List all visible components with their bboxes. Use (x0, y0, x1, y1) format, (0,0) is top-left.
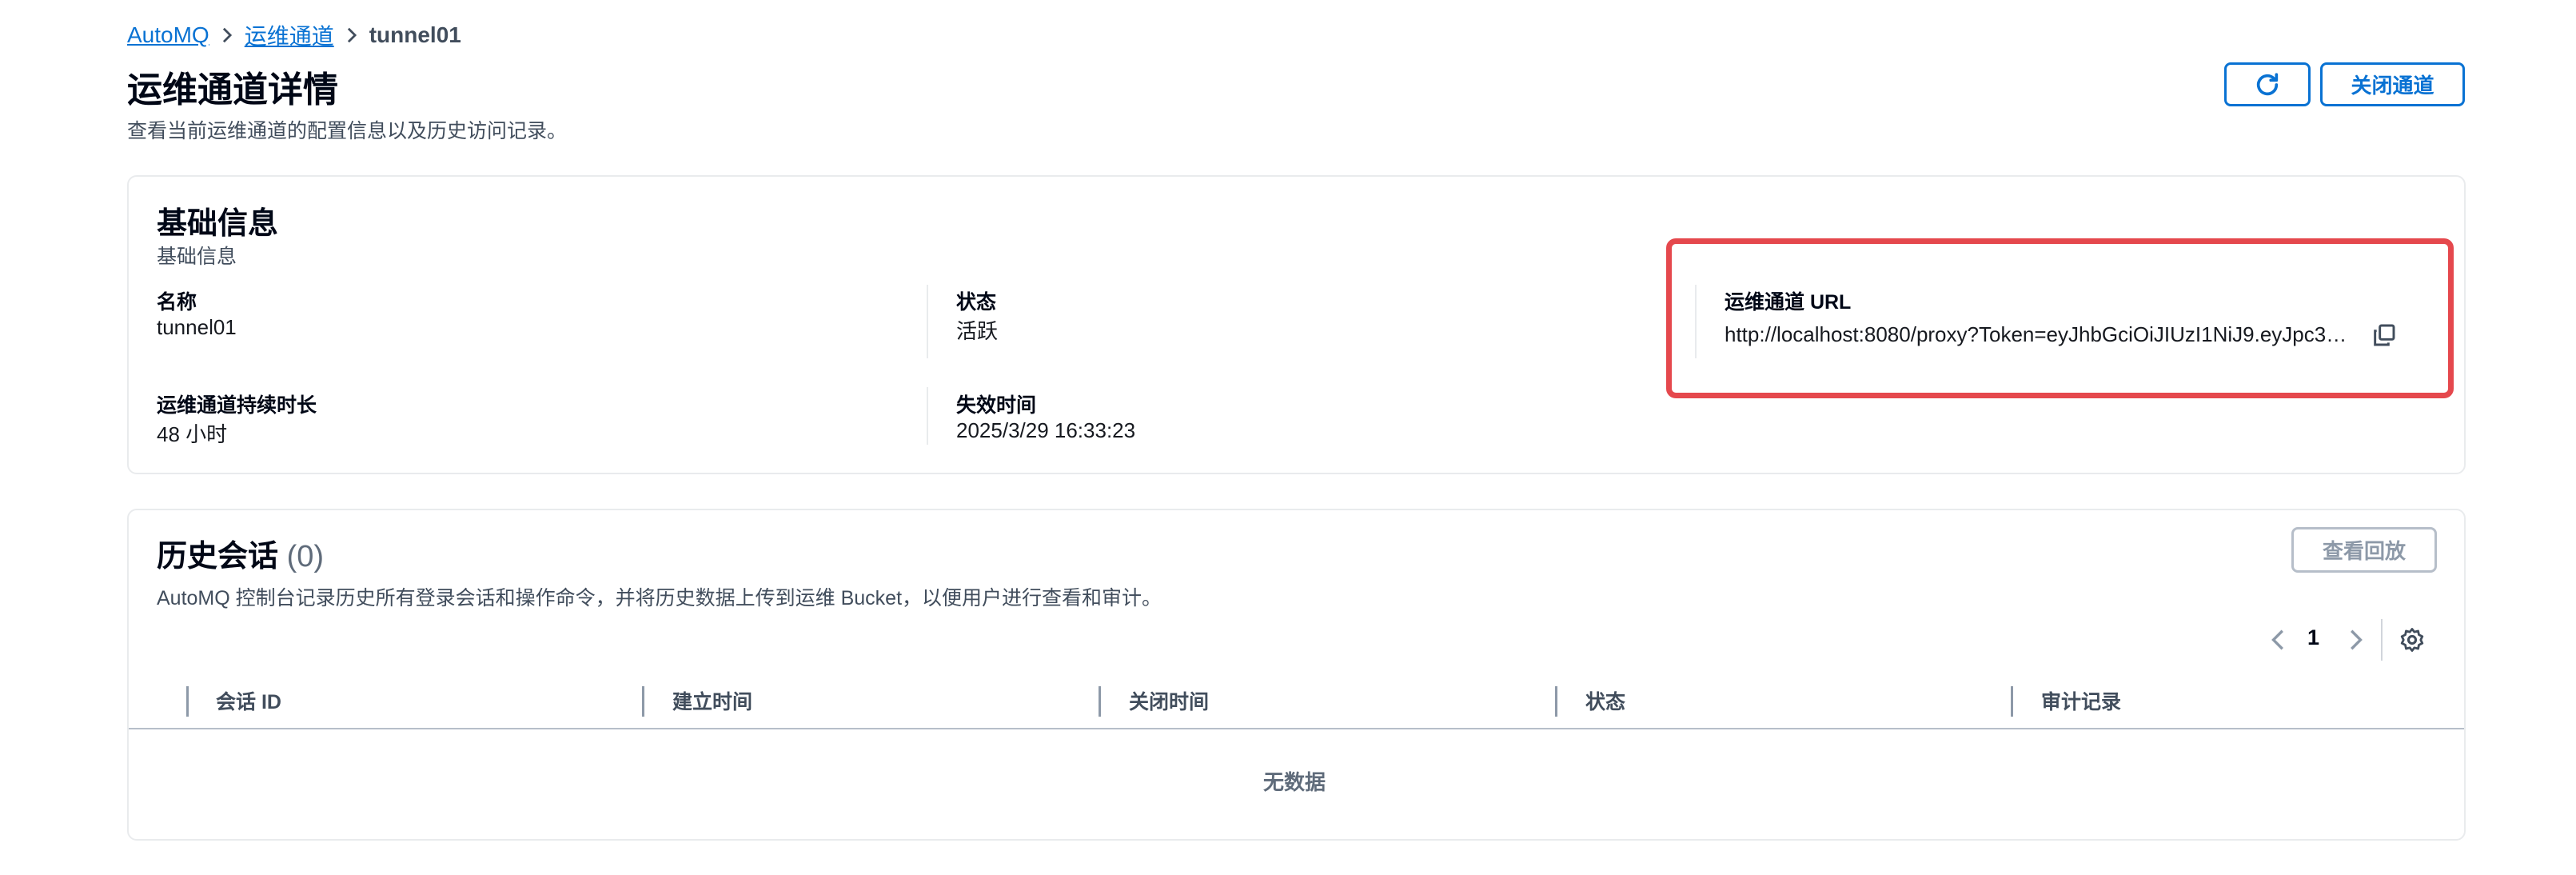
close-tunnel-button[interactable]: 关闭通道 (2320, 62, 2465, 106)
history-description: AutoMQ 控制台记录历史所有登录会话和操作命令，并将历史数据上传到运维 Bu… (157, 587, 1162, 609)
basic-info-title: 基础信息 (157, 207, 279, 241)
column-header-created-time[interactable]: 建立时间 (672, 685, 752, 717)
pagination-next[interactable] (2343, 622, 2367, 657)
settings-gear-icon[interactable] (2399, 626, 2426, 653)
column-resizer[interactable] (1099, 686, 1101, 717)
pagination-divider (2381, 619, 2383, 661)
chevron-left-icon (2271, 629, 2283, 650)
name-value: tunnel01 (157, 315, 237, 339)
refresh-button[interactable] (2224, 62, 2311, 106)
column-resizer[interactable] (2011, 686, 2013, 717)
chevron-right-icon (209, 26, 245, 44)
duration-label: 运维通道持续时长 (157, 394, 317, 417)
page: AutoMQ 运维通道 tunnel01 运维通道详情 查看当前运维通道的配置信… (0, 0, 2576, 875)
column-divider (927, 285, 928, 358)
history-title: 历史会话 (0) (157, 531, 324, 575)
refresh-icon (2254, 71, 2281, 98)
history-title-text: 历史会话 (157, 540, 279, 573)
view-replay-button[interactable]: 查看回放 (2291, 527, 2437, 573)
table-header-divider (129, 728, 2464, 729)
column-header-status[interactable]: 状态 (1585, 685, 1625, 717)
column-resizer[interactable] (186, 686, 189, 717)
expire-value: 2025/3/29 16:33:23 (956, 418, 1136, 442)
url-highlight-box (1666, 238, 2454, 398)
breadcrumb-tunnels-link[interactable]: 运维通道 (245, 19, 334, 51)
page-description: 查看当前运维通道的配置信息以及历史访问记录。 (127, 120, 568, 142)
status-value: 活跃 (956, 319, 999, 343)
history-count: (0) (286, 540, 325, 573)
column-resizer[interactable] (1555, 686, 1557, 717)
column-divider (927, 387, 928, 445)
expire-label: 失效时间 (956, 394, 1037, 417)
column-header-audit-log[interactable]: 审计记录 (2041, 685, 2121, 717)
column-resizer[interactable] (642, 686, 644, 717)
status-label: 状态 (956, 291, 997, 314)
page-title: 运维通道详情 (127, 70, 338, 110)
empty-state: 无数据 (1263, 770, 1326, 794)
breadcrumb-automq-link[interactable]: AutoMQ (127, 22, 209, 48)
breadcrumb-current: tunnel01 (369, 22, 461, 47)
breadcrumb: AutoMQ 运维通道 tunnel01 (127, 21, 461, 50)
pagination-prev[interactable] (2267, 622, 2291, 657)
column-header-session-id[interactable]: 会话 ID (216, 685, 281, 717)
duration-value: 48 小时 (157, 422, 228, 446)
basic-info-subtitle: 基础信息 (157, 246, 237, 268)
name-label: 名称 (157, 291, 197, 314)
chevron-right-icon (2351, 629, 2363, 650)
pagination-page-number[interactable]: 1 (2307, 625, 2319, 650)
chevron-right-icon (334, 26, 369, 44)
column-header-closed-time[interactable]: 关闭时间 (1129, 685, 1209, 717)
